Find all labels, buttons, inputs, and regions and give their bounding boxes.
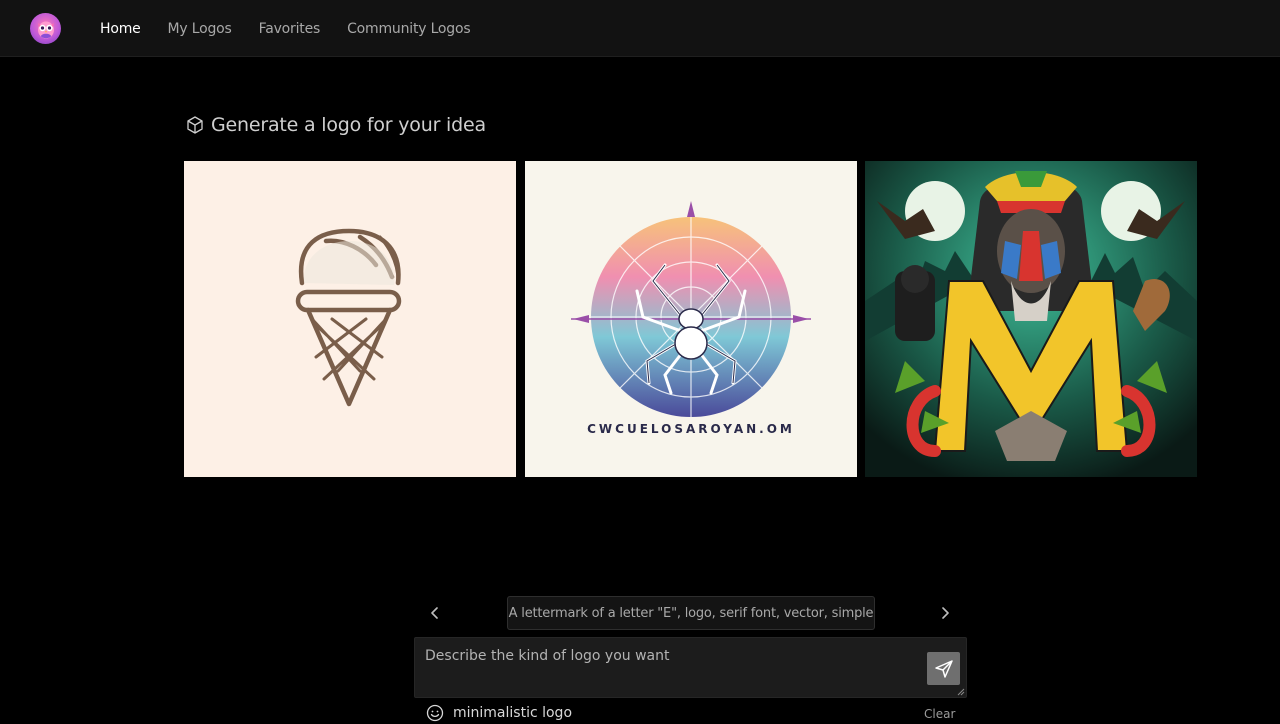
mandrill-logo-image	[865, 161, 1197, 477]
spider-logo-image: CWCUELOSAROYAN.OM	[525, 161, 857, 477]
send-button[interactable]	[927, 652, 960, 685]
top-nav-bar: Home My Logos Favorites Community Logos	[0, 0, 1280, 57]
style-row: minimalistic logo Clear	[426, 704, 956, 724]
ice-cream-logo-image	[184, 161, 516, 477]
prompt-input[interactable]	[415, 638, 915, 694]
suggestion-carousel: A lettermark of a letter "E", logo, seri…	[414, 596, 967, 630]
nav-my-logos[interactable]: My Logos	[168, 21, 232, 37]
main-nav: Home My Logos Favorites Community Logos	[100, 0, 497, 57]
chevron-right-icon[interactable]	[934, 602, 956, 624]
style-label: minimalistic logo	[453, 705, 573, 721]
owl-logo-icon[interactable]	[30, 13, 61, 44]
logo-card-spider[interactable]: CWCUELOSAROYAN.OM	[525, 161, 857, 477]
resize-handle[interactable]	[957, 688, 965, 696]
nav-favorites[interactable]: Favorites	[259, 21, 321, 37]
chevron-left-icon[interactable]	[424, 602, 446, 624]
logo-gallery: CWCUELOSAROYAN.OM	[184, 161, 1197, 477]
page-title: Generate a logo for your idea	[211, 114, 486, 136]
cube-icon	[187, 116, 203, 134]
logo-card-ice-cream[interactable]	[184, 161, 516, 477]
nav-home[interactable]: Home	[100, 21, 141, 37]
clear-button[interactable]: Clear	[924, 707, 955, 721]
style-chip[interactable]: minimalistic logo	[426, 704, 572, 722]
nav-community-logos[interactable]: Community Logos	[347, 21, 471, 37]
paper-plane-icon	[934, 659, 953, 678]
logo-card-mandrill[interactable]	[865, 161, 1197, 477]
page-heading: Generate a logo for your idea	[185, 110, 486, 140]
prompt-suggestion[interactable]: A lettermark of a letter "E", logo, seri…	[507, 596, 875, 630]
spider-logo-caption: CWCUELOSAROYAN.OM	[587, 422, 795, 436]
smile-icon	[426, 704, 444, 722]
prompt-box	[414, 637, 967, 698]
